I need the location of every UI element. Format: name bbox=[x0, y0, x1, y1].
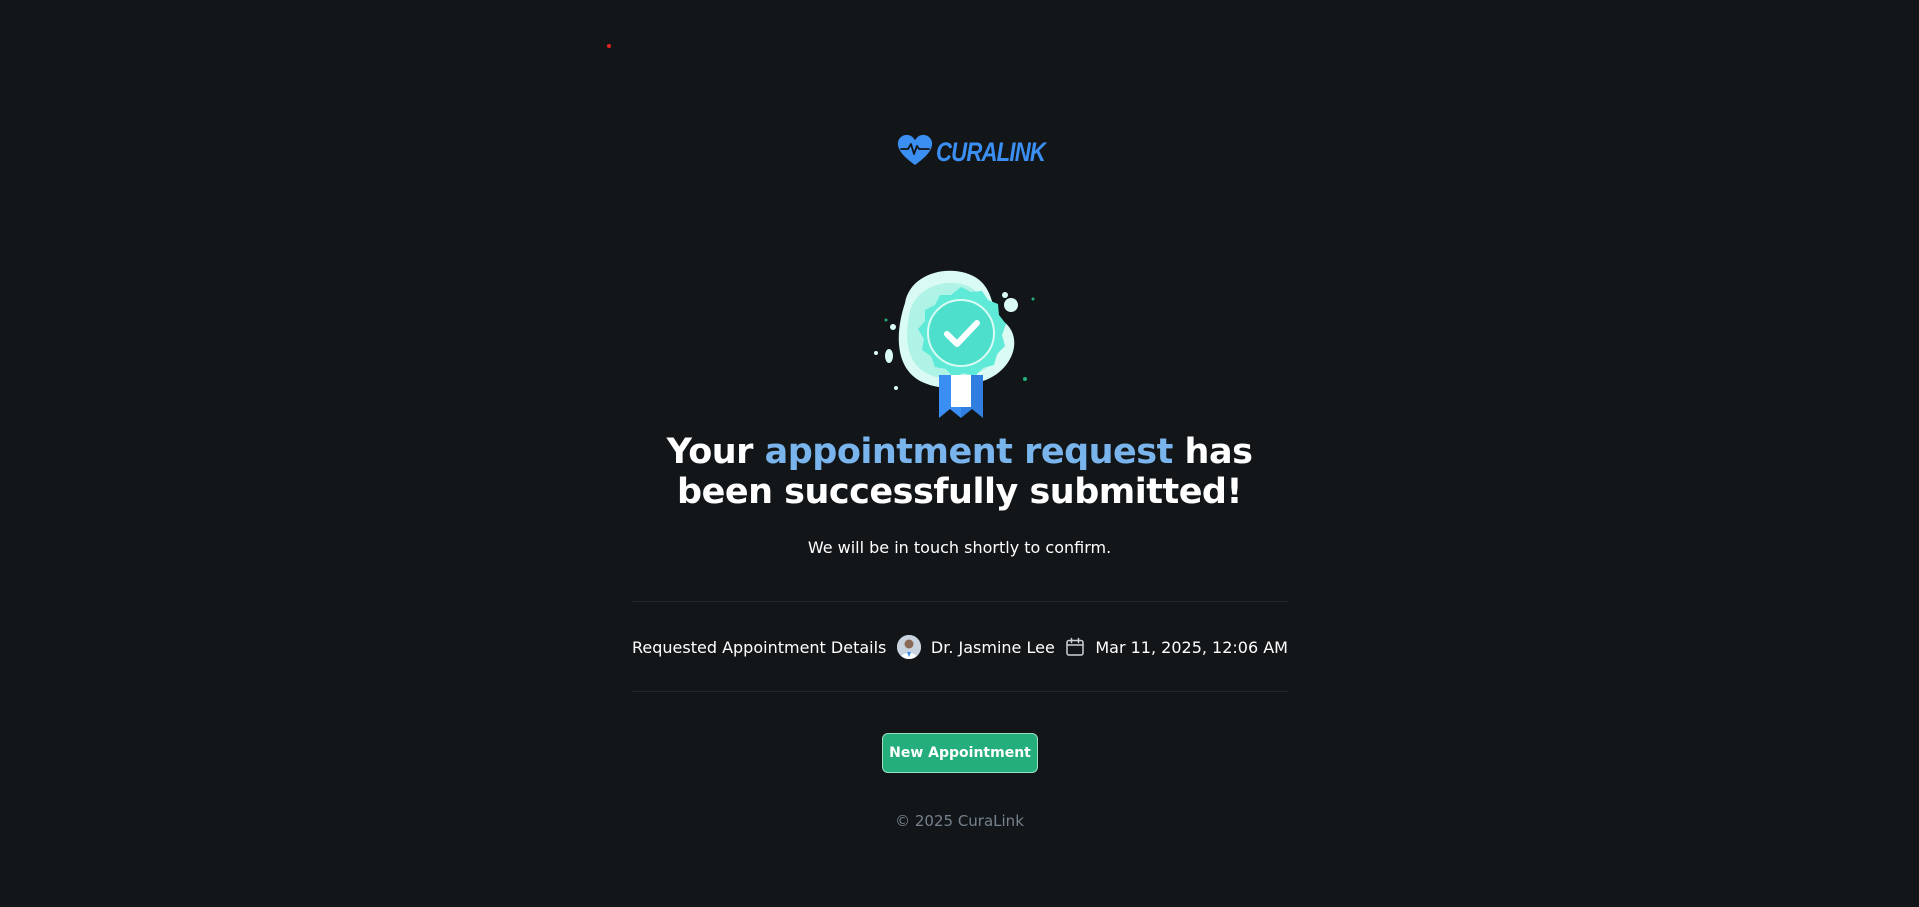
success-page: CURALINK Your appointment request has be… bbox=[0, 0, 1919, 907]
appointment-details: Requested Appointment Details Dr. Jasmin… bbox=[632, 634, 1288, 660]
doctor-name: Dr. Jasmine Lee bbox=[930, 637, 1055, 657]
footer-copyright: © 2025 CuraLink bbox=[895, 812, 1024, 830]
headline-prefix: Your bbox=[666, 432, 765, 472]
check-badge-icon bbox=[865, 263, 1055, 423]
calendar-icon bbox=[1065, 637, 1085, 657]
headline-accent: appointment request bbox=[764, 432, 1174, 472]
headline-line-2: been successfully submitted! bbox=[677, 472, 1242, 512]
appointment-datetime: Mar 11, 2025, 12:06 AM bbox=[1065, 637, 1288, 657]
headline-suffix: has bbox=[1172, 432, 1253, 472]
success-subtitle: We will be in touch shortly to confirm. bbox=[807, 538, 1112, 557]
red-dot-marker bbox=[607, 44, 611, 48]
brand-name: CURALINK bbox=[936, 136, 1046, 167]
avatar bbox=[896, 635, 921, 659]
curalink-logo[interactable]: CURALINK bbox=[896, 134, 1069, 170]
details-label: Requested Appointment Details bbox=[632, 637, 887, 657]
success-headline: Your appointment request has been succes… bbox=[0, 432, 1919, 512]
headline-line-1: Your appointment request has bbox=[0, 432, 1919, 472]
divider-bottom bbox=[632, 691, 1288, 692]
appointment-datetime-text: Mar 11, 2025, 12:06 AM bbox=[1095, 637, 1288, 657]
new-appointment-button[interactable]: New Appointment bbox=[882, 733, 1038, 773]
divider-top bbox=[632, 601, 1288, 602]
heart-pulse-icon bbox=[896, 133, 934, 171]
doctor-info: Dr. Jasmine Lee bbox=[896, 635, 1055, 659]
